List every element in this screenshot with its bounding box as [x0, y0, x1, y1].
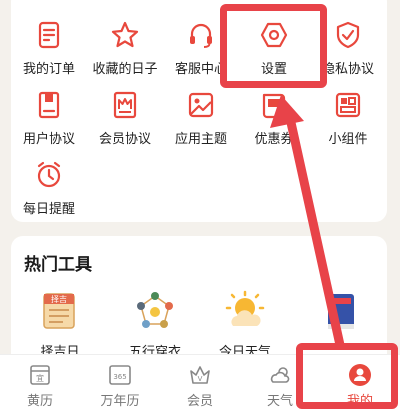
lucky-day-icon: 择吉: [43, 293, 75, 329]
calendar-icon-text: 365: [113, 373, 126, 381]
alarm-icon: [37, 161, 61, 188]
star-icon: [111, 21, 139, 48]
five-elements-icon: [137, 292, 173, 328]
coupon-icon: [262, 93, 286, 119]
tools-title: 热门工具: [24, 255, 92, 275]
theme-icon: [188, 92, 214, 118]
tab-label: 会员: [186, 394, 213, 409]
headset-icon: [190, 23, 212, 48]
grid-item-label: 用户协议: [22, 132, 75, 147]
lucky-day-badge: 择吉: [51, 294, 67, 304]
grid-item-label: 收藏的日子: [92, 62, 158, 77]
grid-item-label: 会员协议: [98, 132, 151, 147]
tool-book[interactable]: [300, 290, 380, 341]
tab-calendar[interactable]: 365 万年历: [80, 355, 160, 411]
vip-icon-text: V: [198, 375, 203, 383]
cloud-sun-icon: [270, 367, 290, 383]
tab-label: 天气: [266, 394, 293, 409]
almanac-icon: 宜: [30, 365, 50, 385]
grid-item-orders[interactable]: 我的订单: [11, 18, 87, 80]
tab-label: 黄历: [26, 394, 53, 409]
shield-icon: [336, 21, 360, 49]
settings-highlight-box: [220, 4, 327, 88]
grid-item-app-theme[interactable]: 应用主题: [163, 88, 239, 150]
grid-item-widgets[interactable]: 小组件: [310, 88, 386, 150]
crown-icon: [113, 91, 137, 119]
widget-icon: [335, 92, 361, 118]
tool-weather[interactable]: 今日天气: [205, 290, 285, 360]
tab-almanac[interactable]: 宜 黄历: [0, 355, 80, 411]
tab-vip[interactable]: V 会员: [160, 355, 240, 411]
grid-item-daily-reminder[interactable]: 每日提醒: [11, 158, 87, 220]
grid-item-label: 我的订单: [22, 62, 75, 77]
grid-item-user-agreement[interactable]: 用户协议: [11, 88, 87, 150]
weather-icon: [225, 290, 265, 326]
book-icon: [328, 294, 354, 329]
calendar-icon: 365: [109, 365, 131, 385]
tool-lucky-day[interactable]: 择吉 择吉日: [20, 290, 100, 360]
document-icon: [38, 91, 60, 119]
grid-item-member-agreement[interactable]: 会员协议: [87, 88, 163, 150]
grid-item-label: 小组件: [328, 132, 368, 147]
order-icon: [38, 21, 60, 49]
grid-item-label: 每日提醒: [22, 202, 75, 217]
vip-crown-icon: V: [190, 366, 210, 384]
tool-five-elements[interactable]: 五行穿衣: [115, 290, 195, 360]
me-tab-highlight-box: [296, 343, 398, 409]
grid-item-label: 优惠券: [254, 132, 294, 147]
tab-label: 万年历: [100, 394, 140, 409]
grid-item-label: 隐私协议: [321, 62, 374, 77]
almanac-icon-text: 宜: [36, 373, 44, 383]
grid-item-favorite-days[interactable]: 收藏的日子: [87, 18, 163, 80]
grid-item-label: 应用主题: [174, 132, 227, 147]
grid-item-coupons[interactable]: 优惠券: [236, 88, 312, 150]
